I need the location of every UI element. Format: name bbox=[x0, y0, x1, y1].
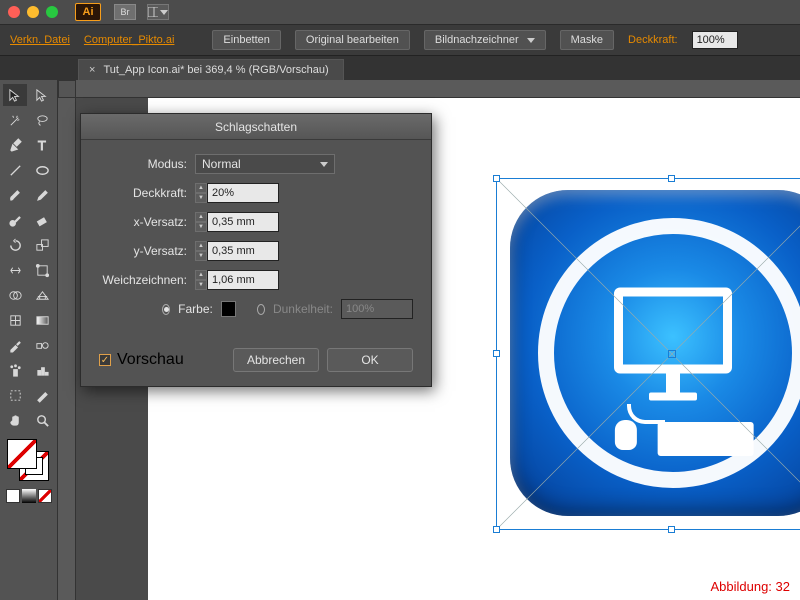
horizontal-ruler[interactable] bbox=[76, 80, 800, 98]
symbol-sprayer-tool[interactable] bbox=[3, 359, 27, 381]
color-chip[interactable] bbox=[221, 301, 236, 317]
selection-tool[interactable] bbox=[3, 84, 27, 106]
options-bar: Verkn. Datei Computer_Pikto.ai Einbetten… bbox=[0, 24, 800, 56]
eraser-tool[interactable] bbox=[30, 209, 54, 231]
close-window-button[interactable] bbox=[8, 6, 20, 18]
artboard-tool[interactable] bbox=[3, 384, 27, 406]
opacity-field[interactable] bbox=[692, 31, 738, 49]
zoom-window-button[interactable] bbox=[46, 6, 58, 18]
document-tab[interactable]: × Tut_App Icon.ai* bei 369,4 % (RGB/Vors… bbox=[78, 59, 344, 80]
magic-wand-tool[interactable] bbox=[3, 109, 27, 131]
zoom-tool[interactable] bbox=[30, 409, 54, 431]
blur-label: Weichzeichnen: bbox=[93, 273, 187, 287]
cancel-button[interactable]: Abbrechen bbox=[233, 348, 319, 372]
slice-tool[interactable] bbox=[30, 384, 54, 406]
type-tool[interactable]: T bbox=[30, 134, 54, 156]
x-offset-input[interactable] bbox=[207, 212, 279, 232]
color-label: Farbe: bbox=[178, 302, 213, 316]
pencil-tool[interactable] bbox=[30, 184, 54, 206]
y-offset-label: y-Versatz: bbox=[93, 244, 187, 258]
gradient-tool[interactable] bbox=[30, 309, 54, 331]
color-radio[interactable] bbox=[162, 304, 170, 315]
rotate-tool[interactable] bbox=[3, 234, 27, 256]
paintbrush-tool[interactable] bbox=[3, 184, 27, 206]
perspective-grid-tool[interactable] bbox=[30, 284, 54, 306]
eyedropper-tool[interactable] bbox=[3, 334, 27, 356]
drop-shadow-dialog: Schlagschatten Modus: Normal Deckkraft: … bbox=[80, 113, 432, 387]
mesh-tool[interactable] bbox=[3, 309, 27, 331]
blend-tool[interactable] bbox=[30, 334, 54, 356]
column-graph-tool[interactable] bbox=[30, 359, 54, 381]
blur-stepper[interactable]: ▲▼ bbox=[195, 270, 207, 290]
ok-button[interactable]: OK bbox=[327, 348, 413, 372]
line-tool[interactable] bbox=[3, 159, 27, 181]
blur-input[interactable] bbox=[207, 270, 279, 290]
darkness-input bbox=[341, 299, 413, 319]
document-tab-bar: × Tut_App Icon.ai* bei 369,4 % (RGB/Vors… bbox=[0, 56, 800, 80]
embed-button[interactable]: Einbetten bbox=[212, 30, 280, 50]
minimize-window-button[interactable] bbox=[27, 6, 39, 18]
mode-select[interactable]: Normal bbox=[195, 154, 335, 174]
linked-file-name[interactable]: Computer_Pikto.ai bbox=[84, 34, 175, 46]
lasso-tool[interactable] bbox=[30, 109, 54, 131]
tools-panel: T bbox=[0, 80, 58, 600]
close-tab-icon[interactable]: × bbox=[89, 64, 95, 76]
darkness-label: Dunkelheit: bbox=[273, 302, 333, 316]
pen-tool[interactable] bbox=[3, 134, 27, 156]
image-trace-button[interactable]: Bildnachzeichner bbox=[424, 30, 546, 50]
hand-tool[interactable] bbox=[3, 409, 27, 431]
fill-stroke-swatch[interactable] bbox=[3, 437, 54, 485]
illustrator-app-icon: Ai bbox=[75, 3, 101, 21]
arrange-documents-button[interactable] bbox=[147, 4, 169, 20]
svg-text:T: T bbox=[37, 138, 45, 153]
opacity-input[interactable] bbox=[207, 183, 279, 203]
width-tool[interactable] bbox=[3, 259, 27, 281]
image-trace-label: Bildnachzeichner bbox=[435, 34, 519, 46]
linked-file-label[interactable]: Verkn. Datei bbox=[10, 34, 70, 46]
gradient-mode-icon[interactable] bbox=[22, 489, 36, 503]
y-offset-input[interactable] bbox=[207, 241, 279, 261]
y-offset-stepper[interactable]: ▲▼ bbox=[195, 241, 207, 261]
shape-builder-tool[interactable] bbox=[3, 284, 27, 306]
ruler-origin[interactable] bbox=[58, 80, 76, 98]
x-offset-stepper[interactable]: ▲▼ bbox=[195, 212, 207, 232]
blob-brush-tool[interactable] bbox=[3, 209, 27, 231]
selection-bounding-box[interactable] bbox=[496, 178, 800, 530]
vertical-ruler[interactable] bbox=[58, 98, 76, 600]
mask-button[interactable]: Maske bbox=[560, 30, 614, 50]
dialog-title: Schlagschatten bbox=[81, 114, 431, 140]
ellipse-tool[interactable] bbox=[30, 159, 54, 181]
direct-selection-tool[interactable] bbox=[30, 84, 54, 106]
x-offset-label: x-Versatz: bbox=[93, 215, 187, 229]
preview-checkbox[interactable]: ✓ bbox=[99, 354, 111, 366]
window-titlebar: Ai Br bbox=[0, 0, 800, 24]
document-tab-label: Tut_App Icon.ai* bei 369,4 % (RGB/Vorsch… bbox=[103, 64, 328, 76]
none-mode-icon[interactable] bbox=[38, 489, 52, 503]
opacity-stepper[interactable]: ▲▼ bbox=[195, 183, 207, 203]
free-transform-tool[interactable] bbox=[30, 259, 54, 281]
scale-tool[interactable] bbox=[30, 234, 54, 256]
opacity-label: Deckkraft: bbox=[628, 34, 678, 46]
preview-label: Vorschau bbox=[117, 351, 184, 369]
edit-original-button[interactable]: Original bearbeiten bbox=[295, 30, 410, 50]
figure-caption: Abbildung: 32 bbox=[710, 579, 790, 594]
bridge-button[interactable]: Br bbox=[114, 4, 136, 20]
darkness-radio[interactable] bbox=[257, 304, 265, 315]
mode-label: Modus: bbox=[93, 157, 187, 171]
opacity-label-dlg: Deckkraft: bbox=[93, 186, 187, 200]
mode-value: Normal bbox=[202, 157, 241, 171]
color-mode-icon[interactable] bbox=[6, 489, 20, 503]
